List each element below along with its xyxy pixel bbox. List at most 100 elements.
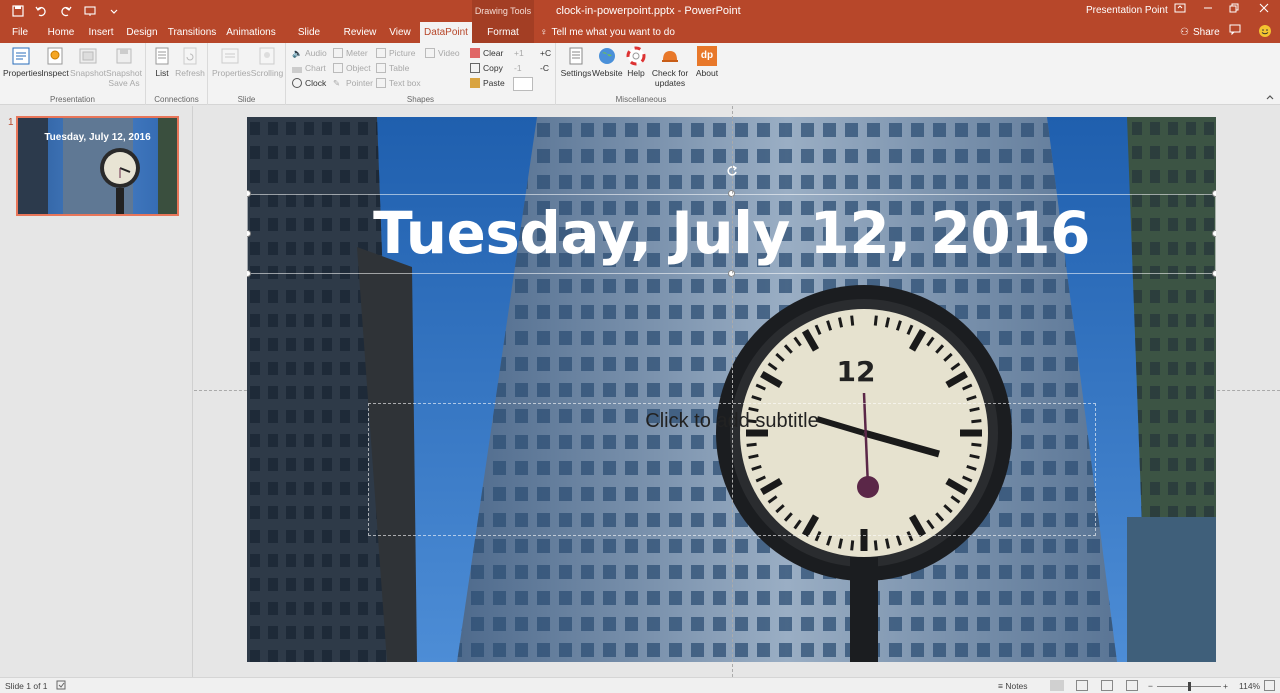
- minus-one-label: -1: [514, 63, 522, 73]
- chart-button[interactable]: Chart: [292, 61, 326, 75]
- slide-thumbnail[interactable]: Tuesday, July 12, 2016: [16, 116, 179, 216]
- title-bar: Drawing Tools clock-in-powerpoint.pptx -…: [0, 0, 1280, 22]
- clock-minute-mark: [884, 317, 891, 328]
- clear-label: Clear: [483, 48, 504, 58]
- reading-view-icon[interactable]: [1101, 680, 1113, 691]
- pointer-icon: ✎: [333, 78, 341, 88]
- start-from-beginning-icon[interactable]: [80, 3, 100, 19]
- scrolling-button[interactable]: Scrolling: [250, 46, 284, 78]
- settings-button[interactable]: Settings: [560, 46, 592, 78]
- zoom-out-button[interactable]: −: [1148, 681, 1153, 691]
- scrolling-label: Scrolling: [250, 68, 284, 78]
- close-icon[interactable]: [1252, 2, 1276, 20]
- share-button[interactable]: ⚇ Share: [1180, 22, 1220, 43]
- clock-minute-mark: [873, 315, 878, 326]
- table-button[interactable]: Table: [376, 61, 409, 75]
- tab-design[interactable]: Design: [124, 22, 160, 43]
- help-button[interactable]: Help: [622, 46, 650, 78]
- zoom-slider-thumb[interactable]: [1188, 682, 1191, 691]
- resize-handle-bottom-right[interactable]: [1212, 270, 1216, 277]
- inspect-label: Inspect: [41, 68, 69, 78]
- about-button[interactable]: dp About: [692, 46, 722, 78]
- group-label-connections: Connections: [154, 95, 199, 104]
- tab-file[interactable]: File: [4, 22, 36, 43]
- spell-check-icon[interactable]: [56, 680, 66, 692]
- meter-button[interactable]: Meter: [333, 46, 368, 60]
- copy-button[interactable]: Copy: [470, 61, 503, 75]
- save-icon[interactable]: [8, 3, 28, 19]
- resize-handle-middle-right[interactable]: [1212, 230, 1216, 237]
- collapse-ribbon-icon[interactable]: [1266, 93, 1274, 102]
- presentation-properties-button[interactable]: Properties: [3, 46, 42, 78]
- clear-button[interactable]: Clear: [470, 46, 503, 60]
- plus-c-button[interactable]: +C: [540, 46, 551, 60]
- tab-review[interactable]: Review: [340, 22, 380, 43]
- undo-icon[interactable]: [32, 3, 52, 19]
- video-icon: [425, 48, 435, 58]
- zoom-level[interactable]: 114%: [1239, 681, 1260, 691]
- share-label: Share: [1192, 27, 1220, 38]
- restore-icon[interactable]: [1222, 2, 1246, 20]
- tab-view[interactable]: View: [386, 22, 414, 43]
- minimize-icon[interactable]: [1196, 2, 1220, 20]
- check-for-updates-button[interactable]: Check for updates: [650, 46, 690, 88]
- audio-button[interactable]: 🔈 Audio: [292, 46, 327, 60]
- clock-label: Clock: [305, 78, 327, 88]
- slide-properties-button[interactable]: Properties: [212, 46, 251, 78]
- customize-qat-icon[interactable]: [104, 3, 124, 19]
- pointer-button[interactable]: ✎ Pointer: [333, 76, 373, 90]
- normal-view-icon[interactable]: [1050, 680, 1064, 691]
- plus-one-button[interactable]: +1: [514, 46, 524, 60]
- tell-me-search[interactable]: ♀ Tell me what you want to do: [540, 22, 675, 43]
- vertical-guide[interactable]: [732, 106, 733, 677]
- chart-icon: [292, 63, 302, 73]
- video-button[interactable]: Video: [425, 46, 460, 60]
- zoom-in-button[interactable]: +: [1223, 681, 1228, 691]
- minus-c-button[interactable]: -C: [540, 61, 549, 75]
- minus-one-button[interactable]: -1: [514, 61, 522, 75]
- value-input[interactable]: [513, 77, 533, 91]
- group-label-miscellaneous: Miscellaneous: [615, 95, 667, 104]
- notes-button[interactable]: ≡ Notes: [998, 681, 1028, 691]
- website-button[interactable]: Website: [592, 46, 623, 78]
- ribbon-display-options-icon[interactable]: [1168, 2, 1192, 20]
- snapshot-save-as-button[interactable]: Snapshot Save As: [106, 46, 142, 88]
- clock-icon: [292, 78, 302, 88]
- snapshot-button[interactable]: Snapshot: [70, 46, 106, 78]
- quick-access-toolbar: [8, 3, 124, 19]
- picture-button[interactable]: Picture: [376, 46, 415, 60]
- tab-insert[interactable]: Insert: [84, 22, 118, 43]
- smiley-feedback-icon[interactable]: [1256, 24, 1274, 41]
- video-label: Video: [438, 48, 460, 58]
- textbox-button[interactable]: Text box: [376, 76, 421, 90]
- textbox-label: Text box: [389, 78, 421, 88]
- comments-icon[interactable]: [1226, 24, 1244, 41]
- fit-to-window-icon[interactable]: [1264, 680, 1275, 691]
- redo-icon[interactable]: [56, 3, 76, 19]
- inspect-button[interactable]: Inspect: [40, 46, 70, 78]
- resize-handle-top-right[interactable]: [1212, 190, 1216, 197]
- account-name[interactable]: Presentation Point: [1086, 5, 1168, 16]
- tab-datapoint[interactable]: DataPoint: [420, 22, 472, 43]
- slide-properties-label: Properties: [212, 68, 251, 78]
- snapshot-save-as-label-2: Save As: [108, 78, 140, 88]
- refresh-button[interactable]: Refresh: [174, 46, 206, 78]
- object-button[interactable]: Object: [333, 61, 371, 75]
- properties-icon: [12, 47, 30, 65]
- tab-format[interactable]: Format: [472, 22, 534, 43]
- copy-icon: [470, 63, 480, 73]
- paste-button[interactable]: Paste: [470, 76, 505, 90]
- datapoint-logo-icon: dp: [697, 46, 717, 66]
- tab-transitions[interactable]: Transitions: [166, 22, 218, 43]
- slide-show-view-icon[interactable]: [1126, 680, 1138, 691]
- list-button[interactable]: List: [150, 46, 174, 78]
- person-icon: ⚇: [1180, 27, 1189, 38]
- paste-icon: [470, 78, 480, 88]
- tab-slide-show[interactable]: Slide Show: [284, 22, 334, 59]
- clock-button[interactable]: Clock: [292, 76, 326, 90]
- tab-home[interactable]: Home: [42, 22, 80, 43]
- group-miscellaneous: Settings Website Help Check for updates …: [556, 43, 726, 105]
- tab-animations[interactable]: Animations: [224, 22, 278, 43]
- slide-sorter-icon[interactable]: [1076, 680, 1088, 691]
- properties-label: Properties: [3, 68, 42, 78]
